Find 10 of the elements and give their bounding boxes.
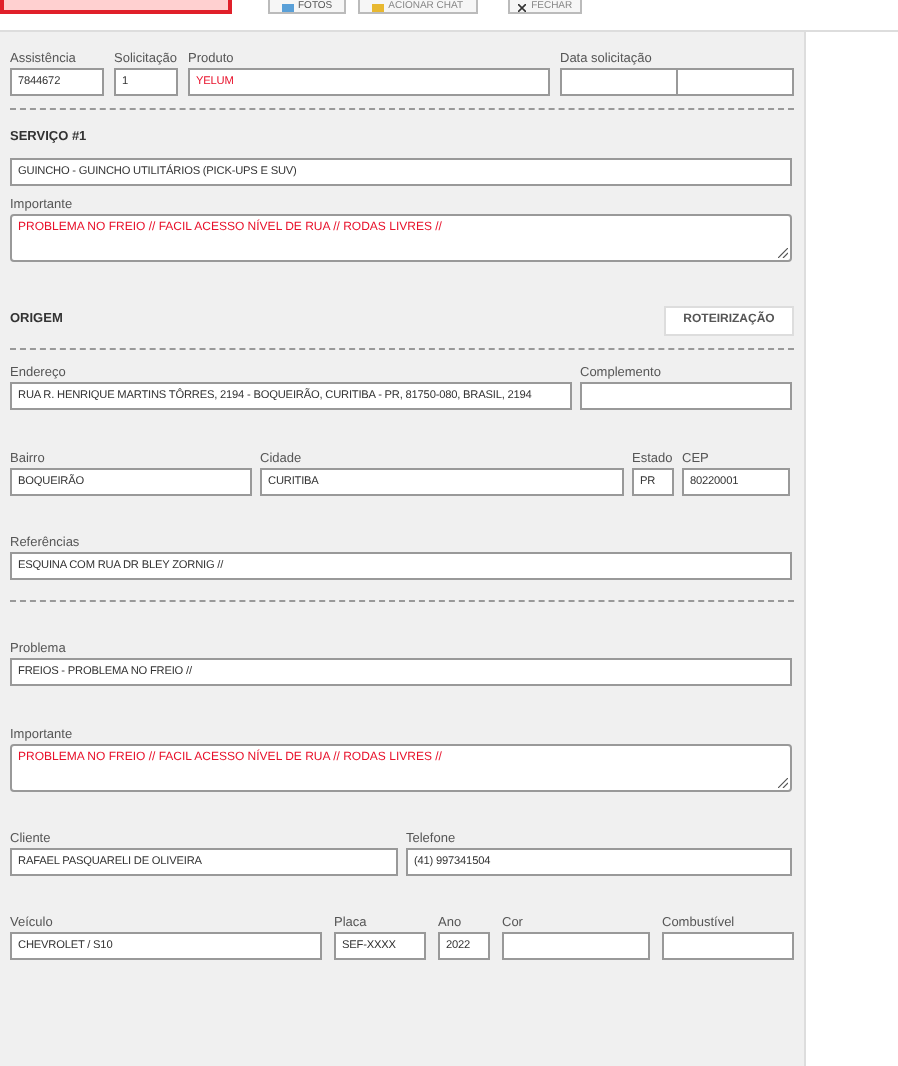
time-field[interactable] (678, 68, 794, 96)
chat-icon (372, 4, 385, 12)
date-field[interactable] (560, 68, 678, 96)
resize-handle-icon[interactable] (778, 777, 788, 788)
close-icon (517, 4, 526, 12)
text-field[interactable] (662, 931, 794, 960)
picture-icon (282, 4, 294, 12)
text-field[interactable] (580, 381, 792, 410)
resize-handle-icon[interactable] (778, 247, 788, 258)
text-field[interactable] (502, 931, 650, 960)
